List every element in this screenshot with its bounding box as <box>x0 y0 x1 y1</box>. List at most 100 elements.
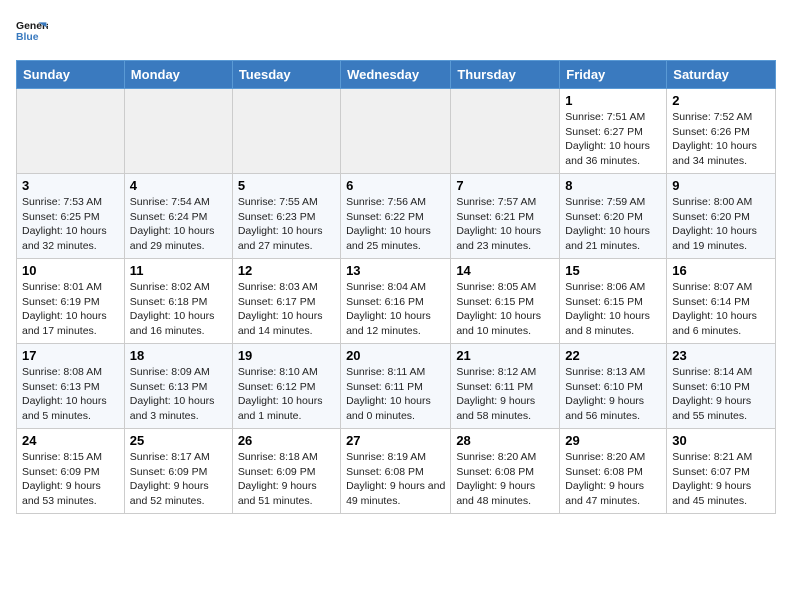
day-info: Sunrise: 7:51 AM Sunset: 6:27 PM Dayligh… <box>565 110 661 169</box>
week-row-2: 10 Sunrise: 8:01 AM Sunset: 6:19 PM Dayli… <box>17 259 776 344</box>
header-sunday: Sunday <box>17 61 125 89</box>
calendar-cell <box>124 89 232 174</box>
header: General Blue <box>16 16 776 48</box>
calendar-cell: 19Sunrise: 8:10 AM Sunset: 6:12 PM Dayli… <box>232 344 340 429</box>
calendar-cell: 28 Sunrise: 8:20 AM Sunset: 6:08 PM Dayli… <box>451 429 560 514</box>
day-info: Sunrise: 8:21 AM Sunset: 6:07 PM Dayligh… <box>672 450 770 509</box>
day-number: 7 <box>456 178 554 193</box>
day-info: Sunrise: 7:54 AM Sunset: 6:24 PM Dayligh… <box>130 195 227 254</box>
calendar-cell: 12 Sunrise: 8:03 AM Sunset: 6:17 PM Dayli… <box>232 259 340 344</box>
day-number: 2 <box>672 93 770 108</box>
calendar-cell: 26 Sunrise: 8:18 AM Sunset: 6:09 PM Dayli… <box>232 429 340 514</box>
week-row-3: 17 Sunrise: 8:08 AM Sunset: 6:13 PM Dayli… <box>17 344 776 429</box>
header-saturday: Saturday <box>667 61 776 89</box>
day-info: Sunrise: 8:04 AM Sunset: 6:16 PM Dayligh… <box>346 280 445 339</box>
calendar-cell: 20 Sunrise: 8:11 AM Sunset: 6:11 PM Dayli… <box>341 344 451 429</box>
day-info: Sunrise: 8:10 AM Sunset: 6:12 PM Dayligh… <box>238 365 335 424</box>
calendar-cell: 13 Sunrise: 8:04 AM Sunset: 6:16 PM Dayli… <box>341 259 451 344</box>
header-thursday: Thursday <box>451 61 560 89</box>
day-number: 1 <box>565 93 661 108</box>
calendar-cell: 9 Sunrise: 8:00 AM Sunset: 6:20 PM Daylig… <box>667 174 776 259</box>
day-number: 4 <box>130 178 227 193</box>
day-number: 13 <box>346 263 445 278</box>
day-number: 28 <box>456 433 554 448</box>
day-info: Sunrise: 8:17 AM Sunset: 6:09 PM Dayligh… <box>130 450 227 509</box>
calendar-cell: 24Sunrise: 8:15 AM Sunset: 6:09 PM Dayli… <box>17 429 125 514</box>
svg-text:Blue: Blue <box>16 32 39 43</box>
calendar-cell <box>451 89 560 174</box>
calendar-cell <box>17 89 125 174</box>
header-monday: Monday <box>124 61 232 89</box>
day-number: 10 <box>22 263 119 278</box>
day-info: Sunrise: 7:53 AM Sunset: 6:25 PM Dayligh… <box>22 195 119 254</box>
day-info: Sunrise: 8:02 AM Sunset: 6:18 PM Dayligh… <box>130 280 227 339</box>
header-tuesday: Tuesday <box>232 61 340 89</box>
calendar-cell: 5 Sunrise: 7:55 AM Sunset: 6:23 PM Daylig… <box>232 174 340 259</box>
day-number: 21 <box>456 348 554 363</box>
day-number: 22 <box>565 348 661 363</box>
day-number: 12 <box>238 263 335 278</box>
day-info: Sunrise: 8:09 AM Sunset: 6:13 PM Dayligh… <box>130 365 227 424</box>
day-info: Sunrise: 7:57 AM Sunset: 6:21 PM Dayligh… <box>456 195 554 254</box>
day-number: 5 <box>238 178 335 193</box>
day-number: 30 <box>672 433 770 448</box>
calendar-cell: 22 Sunrise: 8:13 AM Sunset: 6:10 PM Dayli… <box>560 344 667 429</box>
day-info: Sunrise: 8:07 AM Sunset: 6:14 PM Dayligh… <box>672 280 770 339</box>
day-info: Sunrise: 8:19 AM Sunset: 6:08 PM Dayligh… <box>346 450 445 509</box>
day-number: 14 <box>456 263 554 278</box>
day-info: Sunrise: 7:59 AM Sunset: 6:20 PM Dayligh… <box>565 195 661 254</box>
day-info: Sunrise: 8:00 AM Sunset: 6:20 PM Dayligh… <box>672 195 770 254</box>
week-row-0: 1 Sunrise: 7:51 AM Sunset: 6:27 PM Daylig… <box>17 89 776 174</box>
calendar-cell: 10 Sunrise: 8:01 AM Sunset: 6:19 PM Dayli… <box>17 259 125 344</box>
calendar-cell: 23Sunrise: 8:14 AM Sunset: 6:10 PM Dayli… <box>667 344 776 429</box>
calendar: SundayMondayTuesdayWednesdayThursdayFrid… <box>16 60 776 514</box>
calendar-cell: 2Sunrise: 7:52 AM Sunset: 6:26 PM Daylig… <box>667 89 776 174</box>
day-info: Sunrise: 8:20 AM Sunset: 6:08 PM Dayligh… <box>565 450 661 509</box>
day-info: Sunrise: 8:12 AM Sunset: 6:11 PM Dayligh… <box>456 365 554 424</box>
day-info: Sunrise: 7:55 AM Sunset: 6:23 PM Dayligh… <box>238 195 335 254</box>
day-info: Sunrise: 8:08 AM Sunset: 6:13 PM Dayligh… <box>22 365 119 424</box>
day-info: Sunrise: 8:20 AM Sunset: 6:08 PM Dayligh… <box>456 450 554 509</box>
day-number: 18 <box>130 348 227 363</box>
day-info: Sunrise: 8:03 AM Sunset: 6:17 PM Dayligh… <box>238 280 335 339</box>
calendar-cell: 4 Sunrise: 7:54 AM Sunset: 6:24 PM Daylig… <box>124 174 232 259</box>
day-number: 27 <box>346 433 445 448</box>
calendar-cell: 11 Sunrise: 8:02 AM Sunset: 6:18 PM Dayli… <box>124 259 232 344</box>
day-info: Sunrise: 8:11 AM Sunset: 6:11 PM Dayligh… <box>346 365 445 424</box>
day-number: 16 <box>672 263 770 278</box>
day-info: Sunrise: 8:05 AM Sunset: 6:15 PM Dayligh… <box>456 280 554 339</box>
logo-icon: General Blue <box>16 16 48 48</box>
calendar-cell: 18 Sunrise: 8:09 AM Sunset: 6:13 PM Dayli… <box>124 344 232 429</box>
calendar-cell: 17 Sunrise: 8:08 AM Sunset: 6:13 PM Dayli… <box>17 344 125 429</box>
day-info: Sunrise: 7:56 AM Sunset: 6:22 PM Dayligh… <box>346 195 445 254</box>
calendar-cell: 30 Sunrise: 8:21 AM Sunset: 6:07 PM Dayli… <box>667 429 776 514</box>
day-number: 3 <box>22 178 119 193</box>
calendar-cell: 16 Sunrise: 8:07 AM Sunset: 6:14 PM Dayli… <box>667 259 776 344</box>
day-info: Sunrise: 8:14 AM Sunset: 6:10 PM Dayligh… <box>672 365 770 424</box>
calendar-cell: 1 Sunrise: 7:51 AM Sunset: 6:27 PM Daylig… <box>560 89 667 174</box>
day-info: Sunrise: 8:18 AM Sunset: 6:09 PM Dayligh… <box>238 450 335 509</box>
calendar-cell <box>232 89 340 174</box>
week-row-1: 3 Sunrise: 7:53 AM Sunset: 6:25 PM Daylig… <box>17 174 776 259</box>
day-number: 6 <box>346 178 445 193</box>
header-wednesday: Wednesday <box>341 61 451 89</box>
week-row-4: 24Sunrise: 8:15 AM Sunset: 6:09 PM Dayli… <box>17 429 776 514</box>
header-friday: Friday <box>560 61 667 89</box>
day-number: 11 <box>130 263 227 278</box>
day-info: Sunrise: 8:13 AM Sunset: 6:10 PM Dayligh… <box>565 365 661 424</box>
calendar-cell: 14 Sunrise: 8:05 AM Sunset: 6:15 PM Dayli… <box>451 259 560 344</box>
day-number: 9 <box>672 178 770 193</box>
day-number: 29 <box>565 433 661 448</box>
day-info: Sunrise: 8:01 AM Sunset: 6:19 PM Dayligh… <box>22 280 119 339</box>
calendar-cell <box>341 89 451 174</box>
day-number: 26 <box>238 433 335 448</box>
day-number: 17 <box>22 348 119 363</box>
calendar-cell: 21 Sunrise: 8:12 AM Sunset: 6:11 PM Dayli… <box>451 344 560 429</box>
calendar-cell: 27 Sunrise: 8:19 AM Sunset: 6:08 PM Dayli… <box>341 429 451 514</box>
day-number: 8 <box>565 178 661 193</box>
day-number: 25 <box>130 433 227 448</box>
calendar-header-row: SundayMondayTuesdayWednesdayThursdayFrid… <box>17 61 776 89</box>
day-number: 20 <box>346 348 445 363</box>
calendar-cell: 25 Sunrise: 8:17 AM Sunset: 6:09 PM Dayli… <box>124 429 232 514</box>
logo: General Blue <box>16 16 52 48</box>
